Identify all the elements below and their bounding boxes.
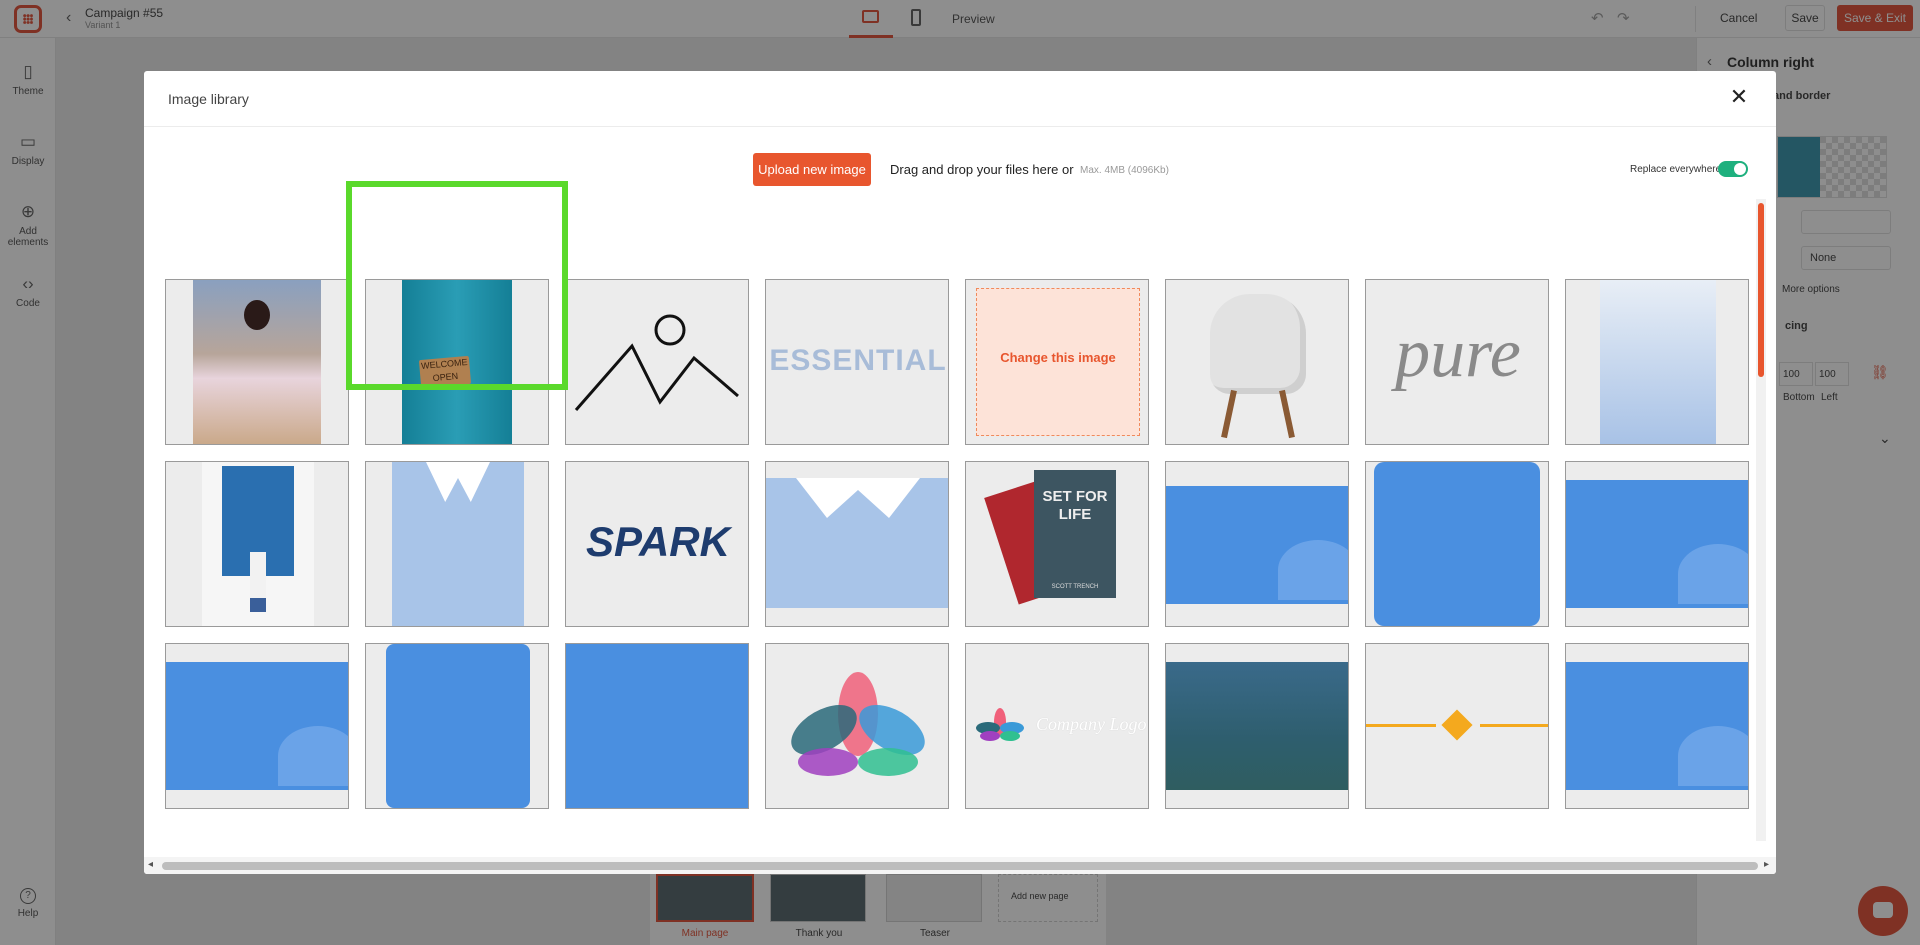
image-tile-company-logo[interactable]: Company Logo	[965, 643, 1149, 809]
image-tile-blue-full[interactable]	[565, 643, 749, 809]
image-tile-blue[interactable]	[165, 643, 349, 809]
person-thumb	[250, 552, 266, 612]
max-size-text: Max. 4MB (4096Kb)	[1080, 165, 1169, 176]
image-tile-book[interactable]: SET FOR LIFE SCOTT TRENCH	[965, 461, 1149, 627]
change-image-label: Change this image	[1000, 350, 1116, 365]
image-tile-essential[interactable]: ESSENTIAL	[765, 279, 949, 445]
spark-text: SPARK	[586, 518, 730, 565]
small-lotus-icon	[976, 708, 1024, 741]
image-tile[interactable]	[165, 461, 349, 627]
image-tile-blue-square[interactable]	[365, 643, 549, 809]
upload-image-button[interactable]: Upload new image	[753, 153, 871, 186]
blue-placeholder-shape	[1678, 726, 1748, 786]
divider-line	[1366, 724, 1436, 727]
lotus-logo-icon	[791, 672, 925, 776]
image-tile[interactable]	[165, 279, 349, 445]
divider-diamond	[1441, 709, 1473, 741]
sign-thumb: WELCOME OPEN	[418, 355, 472, 389]
image-grid: WELCOME OPEN ESSENTIAL Change this image …	[144, 201, 1758, 815]
image-tile-pure[interactable]: pure	[1365, 279, 1549, 445]
image-thumb-detail	[244, 300, 270, 330]
image-library-modal: Image library ✕ Upload new image Drag an…	[144, 71, 1776, 874]
divider-line	[1480, 724, 1548, 727]
chair-leg	[1221, 389, 1237, 439]
image-tile-spark[interactable]: SPARK	[565, 461, 749, 627]
image-tile-placeholder[interactable]	[565, 279, 749, 445]
image-tile-gradient[interactable]	[1565, 279, 1749, 445]
image-tile-burst-wide[interactable]	[765, 461, 949, 627]
burst-wide-thumb	[766, 478, 948, 608]
replace-everywhere-label: Replace everywhere	[1630, 164, 1722, 175]
book-author: SCOTT TRENCH	[1051, 584, 1099, 590]
image-tile-blue[interactable]	[1565, 643, 1749, 809]
modal-header: Image library ✕	[144, 71, 1776, 127]
blue-placeholder-shape	[278, 726, 348, 786]
chair-thumb	[1210, 294, 1306, 394]
close-icon[interactable]: ✕	[1728, 86, 1750, 109]
scrollbar-thumb[interactable]	[1758, 203, 1764, 377]
burst-thumb	[392, 462, 524, 626]
chair-leg	[1279, 389, 1295, 439]
horizontal-scrollbar[interactable]: ◂ ▸	[144, 857, 1776, 874]
essential-text: ESSENTIAL	[769, 344, 947, 377]
image-tile-landscape[interactable]	[1165, 643, 1349, 809]
image-tile-divider[interactable]	[1365, 643, 1549, 809]
blue-square-placeholder	[1374, 462, 1540, 626]
scrollbar-thumb[interactable]	[162, 862, 1758, 870]
image-tile-lotus[interactable]	[765, 643, 949, 809]
book-title: SET FOR LIFE	[1034, 470, 1116, 598]
blue-placeholder-shape	[1278, 540, 1348, 600]
replace-everywhere-toggle[interactable]	[1718, 161, 1748, 177]
image-tile-burst[interactable]	[365, 461, 549, 627]
image-tile-blue[interactable]	[1565, 461, 1749, 627]
scroll-left-icon[interactable]: ◂	[148, 859, 153, 870]
vertical-scrollbar[interactable]	[1756, 199, 1766, 841]
mountain-placeholder-icon	[574, 314, 739, 411]
image-tile-change[interactable]: Change this image	[965, 279, 1149, 445]
blue-placeholder-shape	[1678, 544, 1748, 604]
drag-drop-text: Drag and drop your files here or	[890, 162, 1074, 177]
scroll-right-icon[interactable]: ▸	[1764, 859, 1769, 870]
gradient-thumb	[1600, 280, 1716, 444]
pure-text: pure	[1395, 315, 1521, 392]
modal-title: Image library	[168, 91, 249, 107]
company-logo-text: Company Logo	[1036, 714, 1147, 734]
landscape-thumb	[1166, 662, 1348, 790]
image-tile-chair[interactable]	[1165, 279, 1349, 445]
blue-square-placeholder	[386, 644, 530, 808]
image-tile-blue-square[interactable]	[1365, 461, 1549, 627]
blue-full-placeholder	[566, 644, 748, 808]
image-tile-blue[interactable]	[1165, 461, 1349, 627]
image-tile-selected[interactable]: WELCOME OPEN	[365, 279, 549, 445]
